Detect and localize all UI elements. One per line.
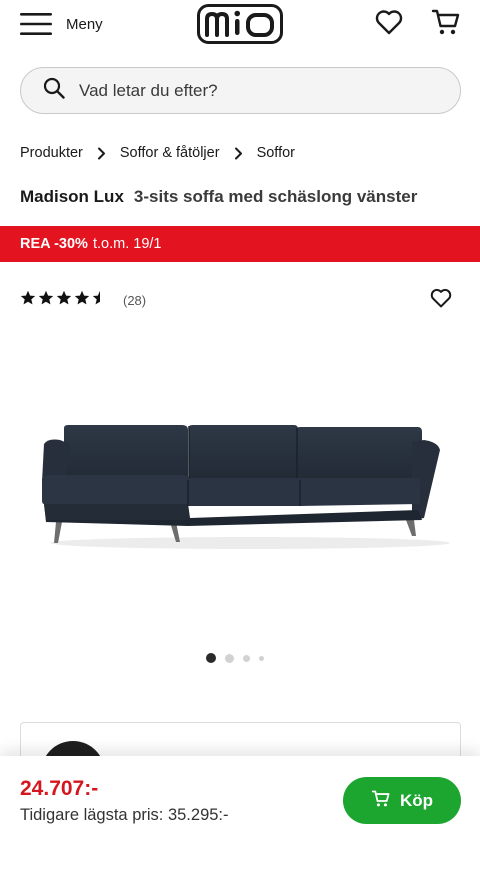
previous-lowest-price: Tidigare lägsta pris: 35.295:- <box>20 806 229 824</box>
rating-stars <box>20 290 110 310</box>
sale-discount: REA -30% <box>20 236 88 252</box>
breadcrumb: Produkter Soffor & fåtöljer Soffor <box>20 145 295 161</box>
star-full-icon <box>20 290 36 310</box>
carousel-dot-active[interactable] <box>206 653 216 663</box>
star-full-icon <box>74 290 90 310</box>
star-full-icon <box>38 290 54 310</box>
search-input[interactable] <box>79 80 419 101</box>
carousel-dot[interactable] <box>243 654 250 662</box>
heart-icon <box>375 9 403 40</box>
mio-logo[interactable] <box>197 4 283 44</box>
star-half-icon <box>92 290 108 310</box>
image-carousel-indicator[interactable] <box>206 653 273 663</box>
review-count: (28) <box>123 292 147 308</box>
product-brand: Madison Lux <box>20 187 124 206</box>
header: Meny <box>0 0 480 52</box>
cart-button[interactable] <box>430 8 462 40</box>
star-full-icon <box>56 290 72 310</box>
breadcrumb-item-soffor-fatoljer[interactable]: Soffor & fåtöljer <box>120 145 220 161</box>
sale-banner: REA -30% t.o.m. 19/1 <box>0 226 480 262</box>
sale-period: t.o.m. 19/1 <box>92 236 162 252</box>
sticky-purchase-bar: 24.707:- Tidigare lägsta pris: 35.295:- … <box>0 756 480 869</box>
search-icon <box>43 77 65 104</box>
breadcrumb-item-soffor[interactable]: Soffor <box>257 145 295 161</box>
product-description: 3-sits soffa med schäslong vänster <box>133 187 418 206</box>
product-rating[interactable]: (28) <box>20 290 146 310</box>
heart-icon <box>430 288 452 312</box>
add-to-wishlist-button[interactable] <box>430 288 454 312</box>
product-image[interactable] <box>20 400 460 560</box>
chevron-right-icon <box>97 147 106 160</box>
buy-button[interactable]: Köp <box>343 777 461 824</box>
buy-button-label: Köp <box>399 790 434 810</box>
breadcrumb-item-produkter[interactable]: Produkter <box>20 145 83 161</box>
chevron-right-icon <box>234 147 243 160</box>
carousel-dot[interactable] <box>259 655 264 661</box>
menu-label: Meny <box>66 15 103 33</box>
wishlist-button[interactable] <box>373 8 405 40</box>
product-title: Madison Lux 3-sits soffa med schäslong vä… <box>20 187 417 207</box>
menu-button[interactable]: Meny <box>20 8 103 40</box>
carousel-dot[interactable] <box>225 653 234 663</box>
cart-icon <box>431 7 461 42</box>
menu-icon <box>20 12 52 36</box>
search-bar[interactable] <box>20 67 461 114</box>
cart-icon <box>371 789 400 813</box>
current-price: 24.707:- <box>20 777 99 800</box>
